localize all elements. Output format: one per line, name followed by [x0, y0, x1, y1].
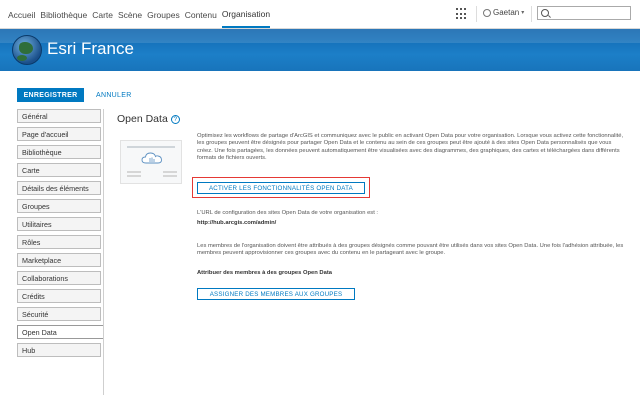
- sidebar-item-general[interactable]: Général: [17, 109, 101, 123]
- cloud-icon: [141, 152, 162, 164]
- activate-open-data-button[interactable]: ACTIVER LES FONCTIONNALITÉS OPEN DATA: [197, 182, 365, 194]
- sidebar-item-credits[interactable]: Crédits: [17, 289, 101, 303]
- sidebar-item-groups[interactable]: Groupes: [17, 199, 101, 213]
- sidebar-item-open-data[interactable]: Open Data: [17, 325, 103, 339]
- sidebar-item-home-page[interactable]: Page d'accueil: [17, 127, 101, 141]
- nav-links: Accueil Bibliothèque Carte Scène Groupes…: [8, 0, 275, 28]
- sidebar-item-map[interactable]: Carte: [17, 163, 101, 177]
- search-input[interactable]: [537, 6, 631, 20]
- org-banner: Esri France: [0, 29, 640, 71]
- top-navigation: Accueil Bibliothèque Carte Scène Groupes…: [0, 0, 640, 29]
- org-title: Esri France: [47, 39, 134, 58]
- hub-url: http://hub.arcgis.com/admin/: [197, 220, 277, 226]
- sidebar-item-security[interactable]: Sécurité: [17, 307, 101, 321]
- search-icon: [541, 9, 549, 17]
- nav-home[interactable]: Accueil: [8, 1, 35, 27]
- settings-sidebar: Général Page d'accueil Bibliothèque Cart…: [17, 109, 104, 395]
- globe-logo-icon: [12, 35, 42, 65]
- sidebar-item-marketplace[interactable]: Marketplace: [17, 253, 101, 267]
- save-button[interactable]: ENREGISTRER: [17, 88, 84, 102]
- page-title-text: Open Data: [117, 113, 168, 125]
- sidebar-item-hub[interactable]: Hub: [17, 343, 101, 357]
- chevron-down-icon: ▾: [521, 10, 525, 16]
- members-description: Les membres de l'organisation doivent êt…: [197, 243, 624, 257]
- sidebar-item-utilities[interactable]: Utilitaires: [17, 217, 101, 231]
- user-name: Gaetan: [493, 8, 520, 17]
- nav-organisation[interactable]: Organisation: [221, 0, 271, 28]
- apps-grid-icon[interactable]: [456, 8, 468, 20]
- user-icon: [483, 8, 491, 17]
- open-data-illustration: [120, 140, 182, 184]
- assign-members-heading: Attribuer des membres à des groupes Open…: [197, 270, 332, 276]
- sidebar-item-library[interactable]: Bibliothèque: [17, 145, 101, 159]
- sidebar-item-collaborations[interactable]: Collaborations: [17, 271, 101, 285]
- divider: [476, 6, 477, 22]
- user-menu[interactable]: Gaetan ▾: [483, 8, 524, 17]
- sidebar-item-roles[interactable]: Rôles: [17, 235, 101, 249]
- open-data-description: Optimisez les workflows de partage d'Arc…: [197, 133, 624, 162]
- cancel-button[interactable]: ANNULER: [96, 88, 132, 102]
- sidebar-item-item-details[interactable]: Détails des éléments: [17, 181, 101, 195]
- nav-scene[interactable]: Scène: [118, 1, 142, 27]
- nav-content[interactable]: Contenu: [185, 1, 217, 27]
- nav-groups[interactable]: Groupes: [147, 1, 180, 27]
- nav-library[interactable]: Bibliothèque: [40, 1, 87, 27]
- nav-map[interactable]: Carte: [92, 1, 113, 27]
- assign-members-button[interactable]: ASSIGNER DES MEMBRES AUX GROUPES: [197, 288, 355, 300]
- url-label: L'URL de configuration des sites Open Da…: [197, 210, 379, 216]
- page-title: Open Data ?: [117, 113, 180, 125]
- divider: [531, 6, 532, 22]
- help-icon[interactable]: ?: [170, 114, 180, 124]
